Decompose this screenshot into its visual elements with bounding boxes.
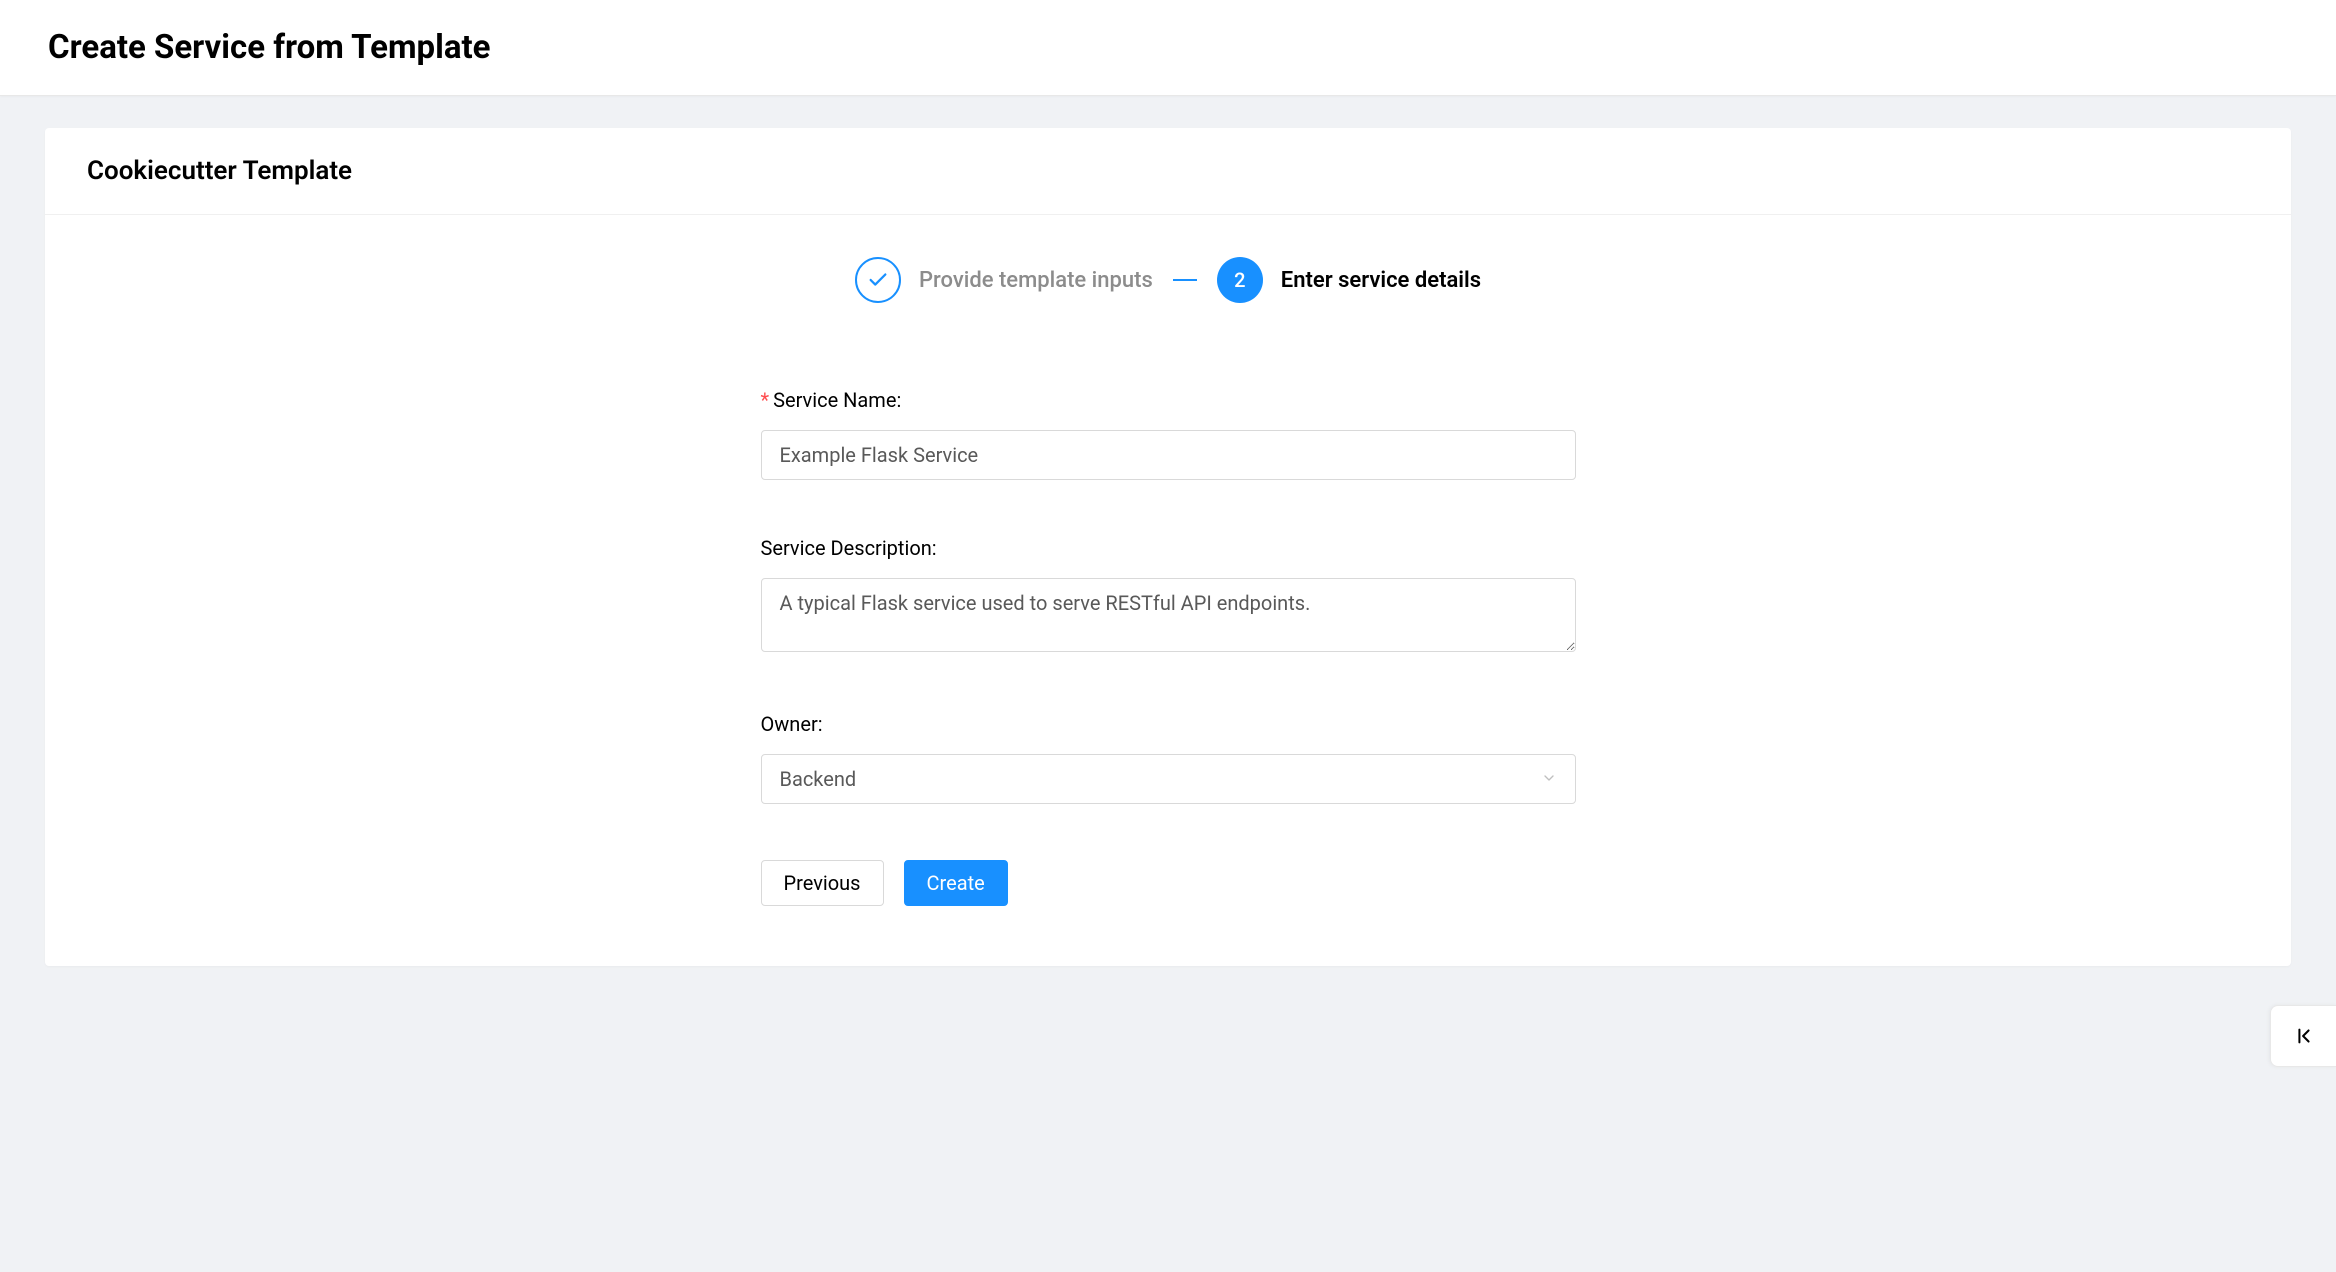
step-1: Provide template inputs: [855, 257, 1153, 303]
card-header: Cookiecutter Template: [45, 128, 2291, 215]
owner-select[interactable]: Backend: [761, 754, 1576, 804]
owner-select-value: Backend: [780, 767, 857, 791]
service-description-label-text: Service Description: [761, 536, 932, 560]
service-name-label: *Service Name:: [761, 388, 1576, 412]
create-button[interactable]: Create: [904, 860, 1008, 906]
main-card: Cookiecutter Template Provide template i…: [45, 128, 2291, 966]
page-title: Create Service from Template: [48, 28, 2288, 67]
label-colon: :: [932, 536, 937, 560]
chevron-first-icon: [2293, 1025, 2315, 1047]
service-description-input[interactable]: A typical Flask service used to serve RE…: [761, 578, 1576, 652]
step-1-label: Provide template inputs: [919, 268, 1153, 293]
service-name-label-text: Service Name: [773, 388, 896, 412]
service-description-label: Service Description:: [761, 536, 1576, 560]
owner-label: Owner:: [761, 712, 1576, 736]
step-1-indicator: [855, 257, 901, 303]
page-header: Create Service from Template: [0, 0, 2336, 96]
label-colon: :: [896, 388, 901, 412]
chevron-down-icon: [1541, 767, 1557, 791]
service-description-group: Service Description: A typical Flask ser…: [761, 536, 1576, 656]
step-2: 2 Enter service details: [1217, 257, 1481, 303]
content-wrapper: Cookiecutter Template Provide template i…: [0, 96, 2336, 998]
stepper: Provide template inputs 2 Enter service …: [45, 257, 2291, 303]
step-connector: [1173, 279, 1197, 281]
service-name-input[interactable]: [761, 430, 1576, 480]
card-title: Cookiecutter Template: [87, 156, 2249, 186]
label-colon: :: [818, 712, 823, 736]
card-body: Provide template inputs 2 Enter service …: [45, 215, 2291, 966]
owner-label-text: Owner: [761, 712, 818, 736]
owner-group: Owner: Backend: [761, 712, 1576, 804]
form: *Service Name: Service Description: A ty…: [761, 388, 1576, 906]
required-asterisk: *: [761, 388, 770, 412]
button-row: Previous Create: [761, 860, 1576, 906]
step-2-indicator: 2: [1217, 257, 1263, 303]
service-name-group: *Service Name:: [761, 388, 1576, 480]
collapse-panel-button[interactable]: [2270, 1005, 2336, 1067]
previous-button[interactable]: Previous: [761, 860, 884, 906]
step-2-label: Enter service details: [1281, 268, 1481, 293]
checkmark-icon: [867, 269, 889, 291]
